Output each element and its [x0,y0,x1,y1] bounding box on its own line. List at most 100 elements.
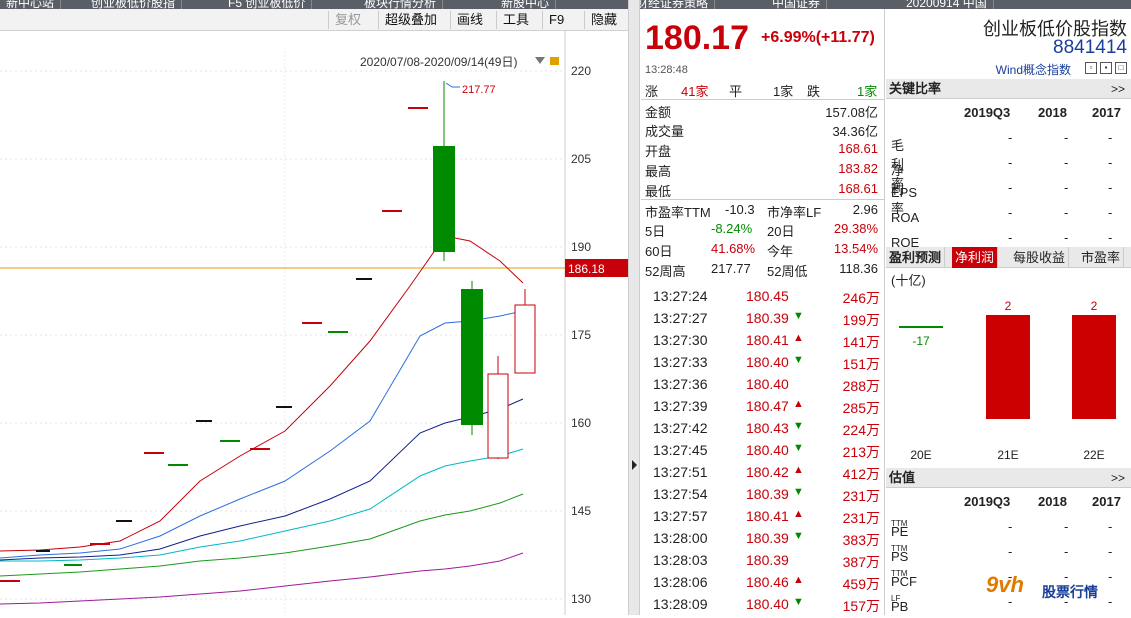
overlay-button[interactable]: 超级叠加 [378,11,443,29]
f9-button[interactable]: F9 [542,11,570,29]
candle-mark [90,543,110,545]
tick-row: 13:27:54 180.39 ▼ 231万 [641,483,884,505]
arrow-down-icon: ▼ [793,486,804,498]
tick-price: 180.47 [746,398,789,414]
table-row: ROA - - - [891,205,1113,225]
tick-row: 13:27:27 180.39 ▼ 199万 [641,307,884,329]
tick-time: 13:27:30 [653,332,708,348]
candle-mark [408,107,428,109]
current-price-label: 186.18 [568,262,605,276]
candle-body [487,373,509,459]
fuquan-button[interactable]: 复权 [328,11,367,29]
up-count: 41家 [681,84,709,99]
top-tab[interactable]: 财经证券策略 [630,0,716,9]
tick-volume: 231万 [842,510,880,526]
kline-chart[interactable]: 2020/07/08-2020/09/14(49日) 186.18 217.77… [0,31,629,615]
tick-row: 13:28:00 180.39 ▼ 383万 [641,527,884,549]
kline-svg: 2020/07/08-2020/09/14(49日) 186.18 217.77… [0,31,629,615]
watermark-logo: 9vh [986,572,1024,597]
tick-time: 13:27:24 [653,288,708,304]
chevron-down-icon[interactable] [535,57,545,64]
open-row: 开盘 168.61 [645,141,878,159]
price-change: +6.99%(+11.77) [761,29,875,46]
tick-time: 13:27:42 [653,420,708,436]
up-label: 涨 [645,84,659,99]
d60-row: 60日 41.68% 今年 13.54% [645,241,878,259]
table-row: 毛利率 - - - [891,130,1113,191]
tab-net-profit[interactable]: 净利润 [952,247,999,268]
tools-button[interactable]: 工具 [496,11,535,29]
pe-row: 市盈率TTM -10.3 市净率LF 2.96 [641,199,884,220]
tick-time: 13:27:45 [653,442,708,458]
tick-price: 180.39 [746,530,789,546]
watermark-text: 股票行情 [1042,584,1098,600]
arrow-down-icon: ▼ [793,530,804,542]
arrow-up-icon: ▲ [793,398,804,410]
arrow-down-icon: ▼ [793,596,804,608]
tick-time: 13:27:39 [653,398,708,414]
y-tick-label: 190 [571,240,591,254]
w52-row: 52周高 217.77 52周低 118.36 [645,261,878,279]
table-row: PE TTM - - - [891,519,1113,539]
top-tab[interactable]: F5 创业板低价 [222,0,313,9]
y-tick-label: 220 [571,64,591,78]
y-tick-label: 160 [571,416,591,430]
tick-price: 180.39 [746,486,789,502]
tick-row: 13:28:06 180.46 ▲ 459万 [641,571,884,593]
tick-row: 13:28:03 180.39 387万 [641,549,884,571]
high-row: 最高 183.82 [645,161,878,179]
tick-price: 180.40 [746,354,789,370]
top-tab[interactable]: 中国证券 [766,0,828,9]
top-tab[interactable]: 20200914 中国 [900,0,994,9]
expand-icon[interactable]: □ [1115,62,1127,74]
forecast-chart: (十亿) -17 20E 2 21E 2 22E [891,273,1116,462]
tick-time: 13:27:54 [653,486,708,502]
hide-button[interactable]: 隐藏 [584,11,623,29]
candle-body [433,146,455,252]
valuation-header[interactable]: 估值 >> [886,468,1131,488]
forecast-bar-label: 20E [910,448,931,462]
y-tick-label: 205 [571,152,591,166]
tick-row: 13:28:09 180.40 ▼ 157万 [641,593,884,615]
panel-divider[interactable] [628,0,640,615]
row-label: PE TTM [891,519,909,539]
tick-volume: 157万 [842,598,880,614]
collapse-arrow-icon[interactable] [632,460,637,470]
more-link[interactable]: >> [1111,468,1125,488]
arrow-down-icon: ▼ [793,442,804,454]
table-header: 2019Q3 2018 2017 [964,494,1121,509]
tick-row: 13:27:30 180.41 ▲ 141万 [641,329,884,351]
tick-time: 13:28:03 [653,552,708,568]
key-ratio-header[interactable]: 关键比率 >> [886,79,1131,99]
tick-volume: 246万 [842,290,880,306]
arrow-up-icon: ▲ [793,464,804,476]
top-tab[interactable]: 创业板低价股指 [85,0,183,9]
ma5-line [0,235,524,552]
tick-time: 13:27:57 [653,508,708,524]
quote-panel: 180.17 +6.99%(+11.77) 13:28:48 涨 41家 平 1… [641,9,885,615]
tick-price: 180.45 [746,288,789,304]
lock-icon[interactable] [550,57,559,65]
tick-volume: 412万 [842,466,880,482]
tab-eps[interactable]: 每股收益 [1010,247,1070,268]
tab-pe[interactable]: 市盈率 [1078,247,1125,268]
tick-row: 13:27:45 180.40 ▼ 213万 [641,439,884,461]
draw-line-button[interactable]: 画线 [450,11,489,29]
arrow-down-icon: ▼ [793,420,804,432]
top-tab[interactable]: 新中心站 [0,0,62,9]
tick-volume: 231万 [842,488,880,504]
forecast-bar-label: 21E [997,448,1018,462]
arrow-up-icon: ▲ [793,332,804,344]
candle-mark [302,322,322,324]
candle-mark [250,448,270,450]
copy-icon[interactable]: ▫ [1085,62,1097,74]
tick-price: 180.39 [746,310,789,326]
max-price-label: 217.77 [462,84,496,96]
save-icon[interactable]: ▪ [1100,62,1112,74]
tick-price: 180.43 [746,420,789,436]
more-link[interactable]: >> [1111,79,1125,99]
top-tab[interactable]: 新股中心 [495,0,557,9]
top-tab[interactable]: 板块行情分析 [358,0,444,9]
wind-concept-tag[interactable]: Wind概念指数 [996,61,1071,78]
candle-mark [0,580,20,582]
